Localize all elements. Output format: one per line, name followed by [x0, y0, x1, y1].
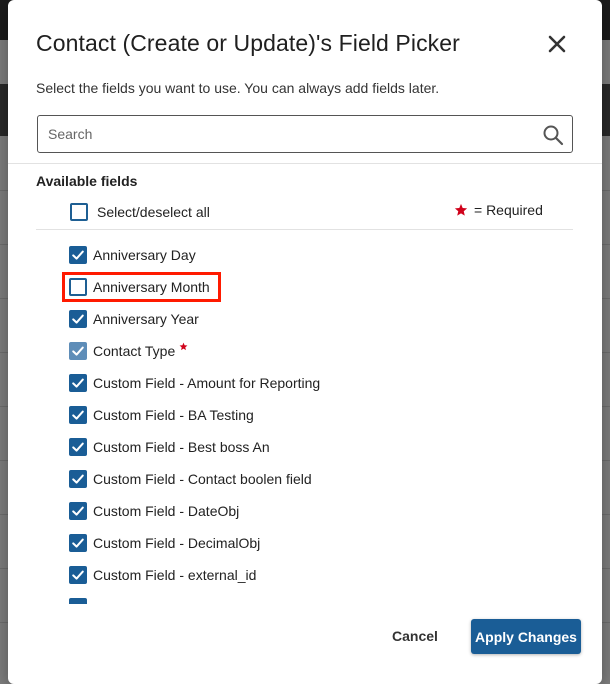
field-checkbox[interactable] — [69, 534, 87, 552]
required-legend-text: = Required — [474, 202, 543, 218]
field-checkbox — [69, 598, 87, 604]
field-label: Contact Type — [93, 343, 176, 359]
field-row[interactable]: Custom Field - Best boss An — [69, 437, 270, 457]
search-field[interactable] — [37, 115, 573, 153]
check-icon — [72, 250, 84, 260]
check-icon — [72, 538, 84, 548]
check-icon — [72, 314, 84, 324]
select-all-label: Select/deselect all — [97, 204, 210, 220]
field-checkbox[interactable] — [69, 566, 87, 584]
field-label: Anniversary Day — [93, 247, 196, 263]
check-icon — [72, 346, 84, 356]
cancel-button[interactable]: Cancel — [380, 619, 450, 653]
field-checkbox[interactable] — [69, 278, 87, 296]
field-row-partial — [69, 597, 87, 604]
required-legend: = Required — [454, 202, 543, 218]
field-checkbox[interactable] — [69, 246, 87, 264]
field-row[interactable]: Custom Field - DecimalObj — [69, 533, 260, 553]
required-star-icon — [454, 203, 468, 216]
field-row[interactable]: Contact Type — [69, 341, 188, 361]
select-all-checkbox[interactable] — [70, 203, 88, 221]
close-button[interactable] — [543, 30, 571, 58]
field-picker-dialog: Contact (Create or Update)'s Field Picke… — [8, 0, 602, 684]
field-label: Anniversary Year — [93, 311, 199, 327]
field-checkbox[interactable] — [69, 438, 87, 456]
select-all-row[interactable]: Select/deselect all — [70, 202, 210, 222]
available-fields-heading: Available fields — [36, 173, 138, 189]
section-divider — [8, 163, 602, 164]
field-checkbox[interactable] — [69, 502, 87, 520]
check-icon — [72, 506, 84, 516]
required-star-icon — [179, 342, 188, 351]
field-row[interactable]: Custom Field - Contact boolen field — [69, 469, 312, 489]
check-icon — [72, 442, 84, 452]
field-row[interactable]: Anniversary Month — [69, 277, 210, 297]
field-label: Custom Field - Contact boolen field — [93, 471, 312, 487]
dialog-title: Contact (Create or Update)'s Field Picke… — [36, 30, 460, 56]
dialog-subtitle: Select the fields you want to use. You c… — [36, 80, 440, 96]
list-divider — [36, 229, 573, 230]
search-icon[interactable] — [542, 124, 564, 146]
search-input[interactable] — [48, 116, 528, 152]
check-icon — [72, 570, 84, 580]
field-row[interactable]: Anniversary Year — [69, 309, 199, 329]
check-icon — [72, 474, 84, 484]
apply-changes-button[interactable]: Apply Changes — [471, 619, 581, 654]
check-icon — [72, 410, 84, 420]
check-icon — [72, 378, 84, 388]
field-label: Anniversary Month — [93, 279, 210, 295]
field-row[interactable]: Custom Field - DateObj — [69, 501, 239, 521]
field-checkbox[interactable] — [69, 374, 87, 392]
field-checkbox[interactable] — [69, 310, 87, 328]
field-row[interactable]: Custom Field - external_id — [69, 565, 256, 585]
field-label: Custom Field - Best boss An — [93, 439, 270, 455]
field-checkbox[interactable] — [69, 470, 87, 488]
field-checkbox — [69, 342, 87, 360]
field-list[interactable]: Anniversary Day Anniversary Month Annivers… — [8, 231, 602, 604]
field-row[interactable]: Anniversary Day — [69, 245, 196, 265]
field-label: Custom Field - external_id — [93, 567, 257, 583]
field-label: Custom Field - BA Testing — [93, 407, 254, 423]
field-checkbox[interactable] — [69, 406, 87, 424]
field-label: Custom Field - DateObj — [93, 503, 240, 519]
field-row[interactable]: Custom Field - BA Testing — [69, 405, 254, 425]
close-icon — [548, 35, 566, 53]
field-label: Custom Field - DecimalObj — [93, 535, 261, 551]
field-label: Custom Field - Amount for Reporting — [93, 375, 321, 391]
field-row[interactable]: Custom Field - Amount for Reporting — [69, 373, 320, 393]
